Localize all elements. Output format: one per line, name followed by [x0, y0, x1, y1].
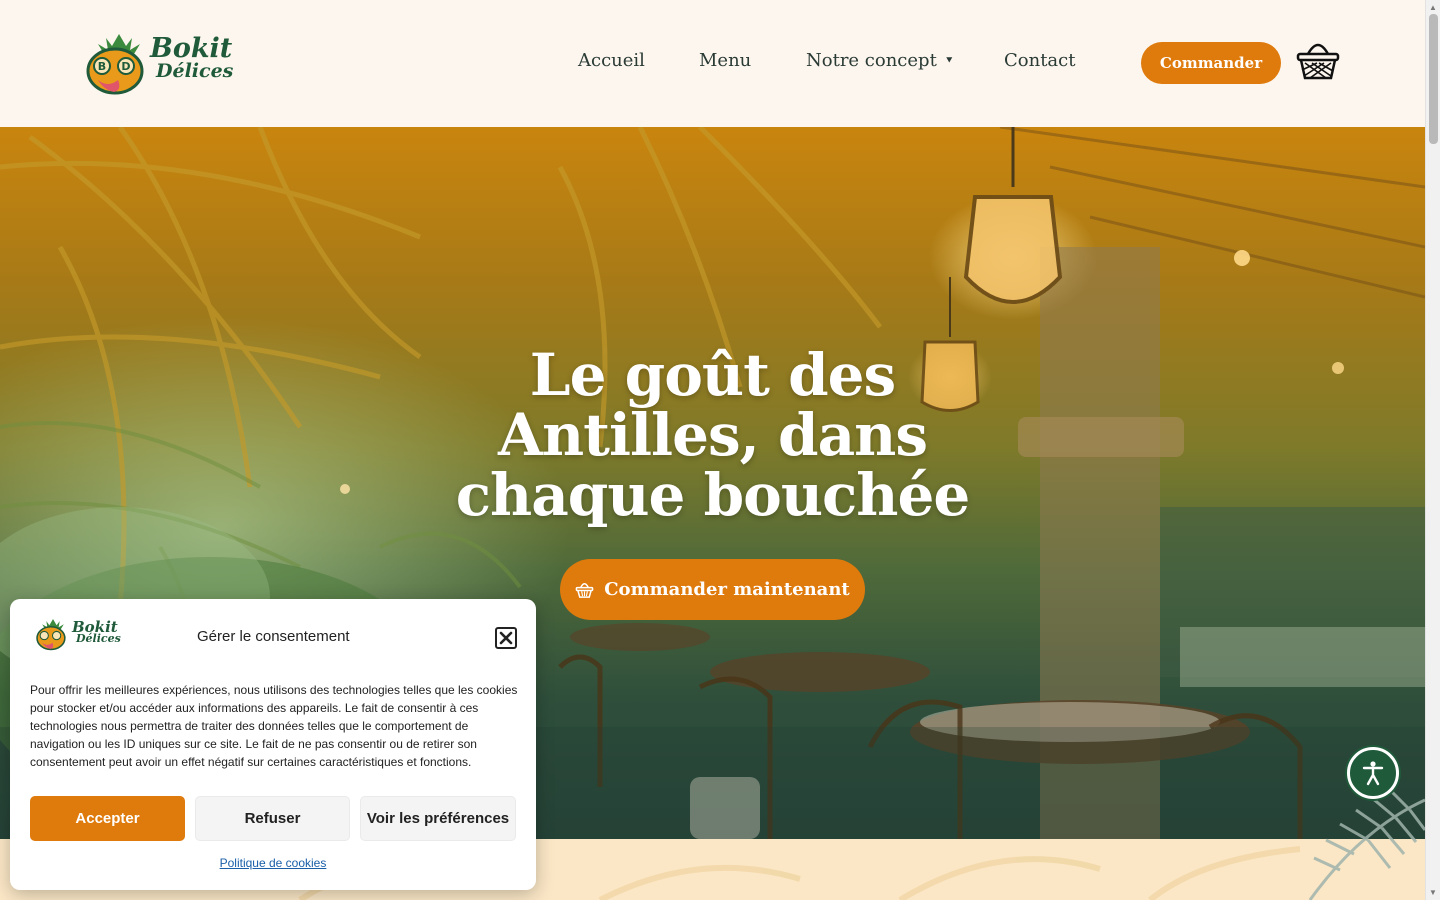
close-button[interactable] — [495, 627, 517, 649]
cookie-dialog-title: Gérer le consentement — [197, 628, 350, 645]
site-logo[interactable]: B D Bokit Délices — [86, 30, 236, 96]
logo-line-2: Délices — [156, 60, 234, 82]
logo-line-2: Délices — [76, 632, 121, 645]
nav-link-notre-concept[interactable]: Notre concept ⯆ — [806, 50, 954, 71]
nav-link-accueil[interactable]: Accueil — [578, 50, 645, 71]
view-preferences-button[interactable]: Voir les préférences — [360, 796, 516, 841]
logo-line-1: Bokit — [150, 33, 233, 64]
cookie-dialog-body: Pour offrir les meilleures expériences, … — [30, 683, 518, 769]
chevron-down-icon: ⯆ — [944, 54, 954, 67]
order-now-button[interactable]: Commander maintenant — [560, 559, 865, 620]
svg-text:B: B — [98, 60, 106, 73]
cookie-logo: Bokit Délices — [36, 616, 126, 652]
accept-cookies-button[interactable]: Accepter — [30, 796, 185, 841]
cookie-consent-dialog: Bokit Délices Gérer le consentement Pour… — [10, 599, 536, 890]
nav-link-menu[interactable]: Menu — [699, 50, 751, 71]
basket-icon — [575, 583, 594, 598]
order-now-label: Commander maintenant — [604, 579, 850, 600]
cart-button[interactable] — [1296, 38, 1340, 82]
logo-wordmark: Bokit Délices — [150, 33, 234, 82]
pineapple-logo-icon: B D — [86, 34, 144, 95]
order-button[interactable]: Commander — [1141, 42, 1281, 84]
palm-leaf-decoration — [1308, 790, 1425, 900]
page-scrollbar[interactable]: ▲ ▼ — [1425, 0, 1440, 900]
pineapple-logo-icon — [36, 619, 66, 651]
scroll-up-icon[interactable]: ▲ — [1429, 3, 1437, 12]
accessibility-button[interactable] — [1347, 747, 1399, 799]
nav-link-contact[interactable]: Contact — [1004, 50, 1075, 71]
refuse-cookies-button[interactable]: Refuser — [195, 796, 350, 841]
cookie-policy-link[interactable]: Politique de cookies — [10, 856, 536, 870]
accessibility-icon — [1362, 761, 1384, 786]
close-icon — [499, 631, 513, 645]
basket-icon — [1296, 43, 1340, 80]
site-header: B D Bokit Délices Accueil Menu Notre con… — [0, 0, 1425, 127]
cookie-logo-wordmark: Bokit Délices — [72, 620, 121, 645]
scroll-down-icon[interactable]: ▼ — [1429, 888, 1437, 897]
nav-link-label: Notre concept — [806, 50, 937, 71]
hero-title: Le goût des Antilles, dans chaque bouché… — [455, 341, 971, 529]
scrollbar-thumb[interactable] — [1429, 14, 1438, 144]
svg-text:D: D — [121, 60, 130, 73]
